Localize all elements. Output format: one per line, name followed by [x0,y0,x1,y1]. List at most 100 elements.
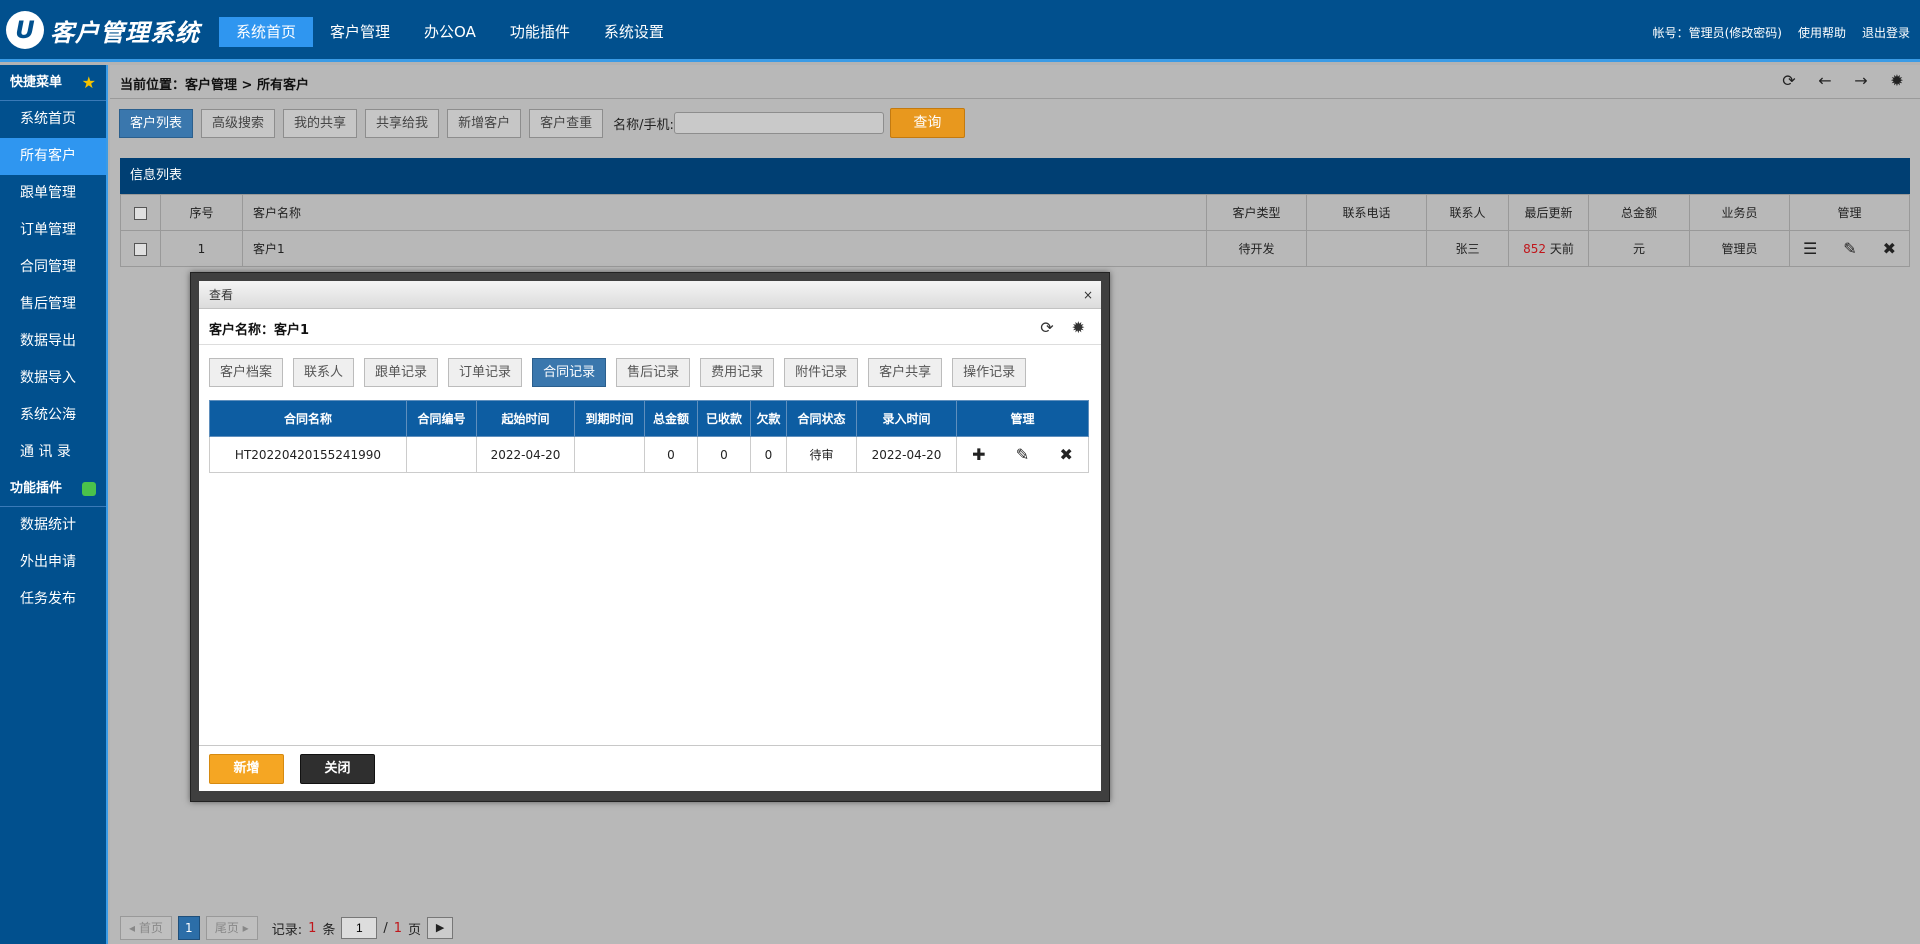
quick-menu-header: 快捷菜单 ★ [0,65,106,101]
select-all-cell [120,194,161,231]
nav-plugins[interactable]: 功能插件 [493,17,587,47]
forward-arrow-icon[interactable]: → [1852,72,1870,90]
nav-home[interactable]: 系统首页 [219,17,314,47]
shared-to-me-button[interactable]: 共享给我 [365,108,440,138]
sidebar-item-outing[interactable]: 外出申请 [0,544,106,581]
records-unit: 条 [322,922,336,938]
nav-oa[interactable]: 办公OA [407,17,493,47]
sidebar-item-statistics[interactable]: 数据统计 [0,507,106,544]
tab-contracts[interactable]: 合同记录 [532,358,607,387]
breadcrumb: 当前位置：客户管理 > 所有客户 [120,74,309,93]
plus-icon[interactable]: ✚ [972,445,985,464]
tab-customer-share[interactable]: 客户共享 [868,358,943,387]
tab-attachments[interactable]: 附件记录 [784,358,859,387]
gear-icon[interactable]: ✹ [1888,72,1906,90]
tab-customer-profile[interactable]: 客户档案 [209,358,284,387]
sidebar-item-import[interactable]: 数据导入 [0,360,106,397]
page-number-current[interactable]: 1 [177,916,200,940]
puzzle-icon [82,482,96,496]
query-button[interactable]: 查询 [889,108,965,138]
row-contact: 张三 [1426,230,1509,267]
sidebar-item-followup[interactable]: 跟单管理 [0,175,106,212]
tab-orders[interactable]: 订单记录 [448,358,523,387]
nav-customer[interactable]: 客户管理 [313,17,407,47]
my-shares-button[interactable]: 我的共享 [283,108,358,138]
close-icon[interactable]: × [1083,281,1093,309]
select-all-checkbox[interactable] [134,206,147,220]
search-label: 名称/手机: [613,117,674,133]
row-checkbox[interactable] [134,242,147,256]
col-owed: 欠款 [750,400,787,437]
breadcrumb-bar: 当前位置：客户管理 > 所有客户 ⟳ ← → ✹ [110,65,1920,99]
records-label: 记录: [271,922,303,938]
new-button[interactable]: 新增 [209,754,284,784]
col-contract-code: 合同编号 [406,400,477,437]
col-received: 已收款 [697,400,751,437]
sidebar-item-export[interactable]: 数据导出 [0,323,106,360]
row-customer-name[interactable]: 客户1 [242,230,1207,267]
quick-menu-title: 快捷菜单 [10,75,63,90]
go-page-button[interactable]: ▶ [427,917,454,939]
tab-expenses[interactable]: 费用记录 [700,358,775,387]
row-select-cell [120,230,161,267]
table-row[interactable]: HT20220420155241990 2022-04-20 0 0 0 待审 … [209,436,1089,473]
page-tools: ⟳ ← → ✹ [1780,72,1906,90]
breadcrumb-path: 客户管理 > 所有客户 [185,78,309,93]
dialog-title: 查看 [209,288,234,302]
account-link[interactable]: 帐号：管理员(修改密码) [1653,24,1782,41]
customer-list-button[interactable]: 客户列表 [119,108,194,138]
tab-aftersales[interactable]: 售后记录 [616,358,691,387]
col-start-date: 起始时间 [476,400,575,437]
tab-followup[interactable]: 跟单记录 [364,358,439,387]
duplicate-check-button[interactable]: 客户查重 [529,108,604,138]
col-manage: 管理 [1789,194,1910,231]
sidebar-item-all-customers[interactable]: 所有客户 [0,138,106,175]
search-input[interactable] [673,112,884,134]
pencil-icon[interactable]: ✎ [1843,239,1856,258]
nav-settings[interactable]: 系统设置 [587,17,681,47]
star-icon: ★ [81,73,96,92]
customer-name-label: 客户名称：客户1 [209,323,310,338]
dialog-footer: 新增 关闭 [199,745,1101,791]
sidebar-item-contracts[interactable]: 合同管理 [0,249,106,286]
table-row[interactable]: 1 客户1 待开发 张三 852 天前 元 管理员 ☰ ✎ ✖ [120,230,1910,267]
sidebar-item-address-book[interactable]: 通 讯 录 [0,434,106,471]
sidebar-item-orders[interactable]: 订单管理 [0,212,106,249]
row-phone [1306,230,1427,267]
advanced-search-button[interactable]: 高级搜索 [201,108,276,138]
add-customer-button[interactable]: 新增客户 [447,108,522,138]
delete-icon[interactable]: ✖ [1059,445,1072,464]
back-arrow-icon[interactable]: ← [1816,72,1834,90]
tab-contacts[interactable]: 联系人 [293,358,355,387]
breadcrumb-prefix: 当前位置： [120,78,186,93]
delete-icon[interactable]: ✖ [1883,239,1896,258]
contract-owed: 0 [750,436,787,473]
help-link[interactable]: 使用帮助 [1798,24,1846,41]
dialog-tools: ⟳ ✹ [1040,318,1085,337]
sidebar-item-home[interactable]: 系统首页 [0,101,106,138]
row-salesman: 管理员 [1689,230,1790,267]
dialog-title-bar[interactable]: 查看 × [199,281,1101,309]
first-page-button[interactable]: ◂ 首页 [120,916,172,940]
sidebar-item-tasks[interactable]: 任务发布 [0,581,106,618]
user-links: 帐号：管理员(修改密码) 使用帮助 退出登录 [1653,24,1910,41]
sidebar-item-public-pool[interactable]: 系统公海 [0,397,106,434]
view-dialog-frame: 查看 × 客户名称：客户1 ⟳ ✹ 客户档案 联系人 跟单记录 订单记录 合同记… [190,272,1110,802]
sidebar-item-aftersales[interactable]: 售后管理 [0,286,106,323]
refresh-icon[interactable]: ⟳ [1780,72,1798,90]
refresh-icon[interactable]: ⟳ [1040,318,1053,337]
app-logo[interactable]: U 客户管理系统 [6,8,200,52]
gear-icon[interactable]: ✹ [1072,318,1085,337]
col-name: 客户名称 [242,194,1207,231]
customer-table: 序号 客户名称 客户类型 联系电话 联系人 最后更新 总金额 业务员 管理 1 … [120,194,1910,267]
pencil-icon[interactable]: ✎ [1016,445,1029,464]
contract-end [574,436,645,473]
page-input[interactable] [341,917,378,939]
col-amount: 总金额 [1588,194,1690,231]
tab-operation-log[interactable]: 操作记录 [952,358,1027,387]
row-actions: ☰ ✎ ✖ [1789,230,1910,267]
logout-link[interactable]: 退出登录 [1862,24,1910,41]
menu-icon[interactable]: ☰ [1803,239,1817,258]
close-button[interactable]: 关闭 [300,754,375,784]
last-page-button[interactable]: 尾页 ▸ [205,916,258,940]
